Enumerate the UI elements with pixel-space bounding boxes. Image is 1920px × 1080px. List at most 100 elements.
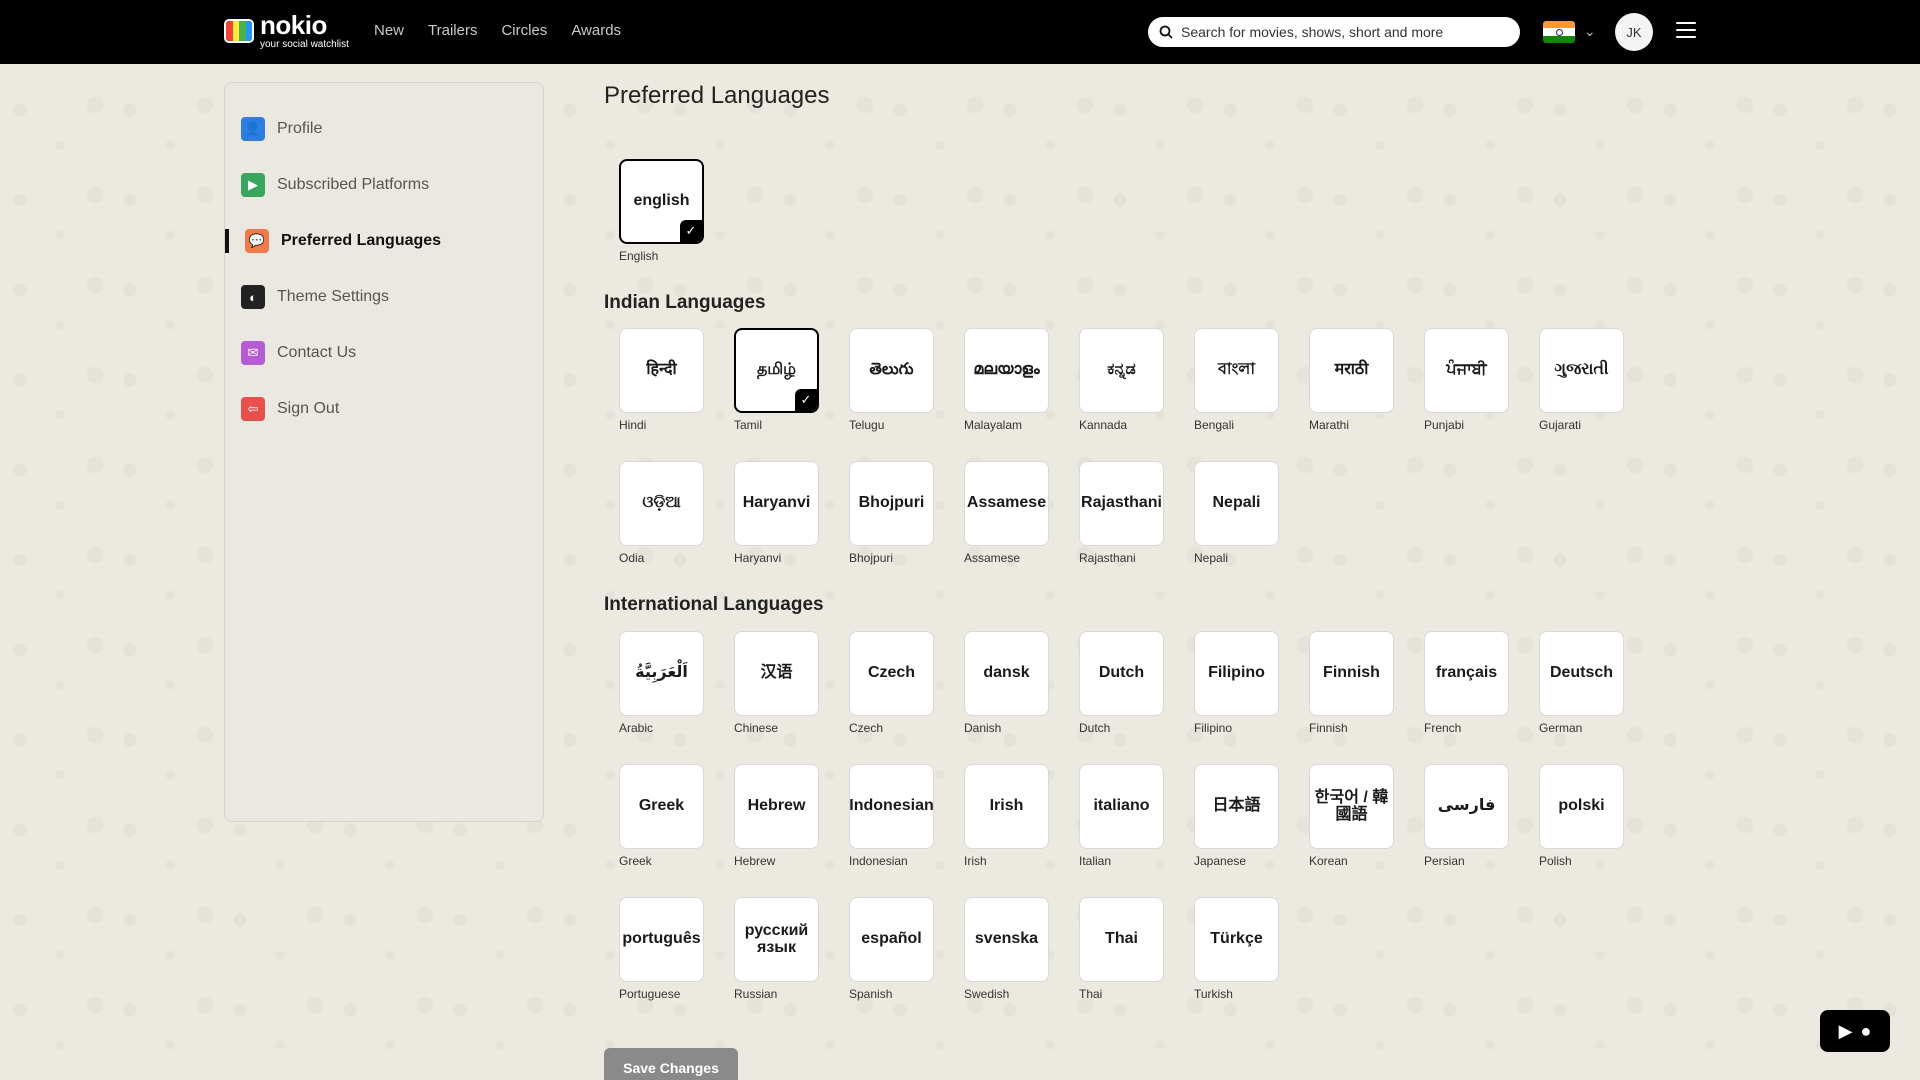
language-tile[interactable]: తెలుగు Telugu bbox=[849, 328, 934, 461]
language-tile[interactable]: italiano Italian bbox=[1079, 764, 1164, 897]
language-tile[interactable]: português Portuguese bbox=[619, 897, 704, 1030]
language-tile-button[interactable]: Türkçe bbox=[1194, 897, 1279, 982]
language-tile-button[interactable]: Greek bbox=[619, 764, 704, 849]
language-tile-button[interactable]: Filipino bbox=[1194, 631, 1279, 716]
language-tile[interactable]: Greek Greek bbox=[619, 764, 704, 897]
nav-awards[interactable]: Awards bbox=[571, 22, 621, 39]
sidebar-item-message[interactable]: ✉ Contact Us bbox=[225, 325, 543, 381]
sidebar-item-logout[interactable]: ⇦ Sign Out bbox=[225, 381, 543, 437]
india-flag-icon[interactable] bbox=[1543, 21, 1575, 43]
language-tile-button[interactable]: Haryanvi bbox=[734, 461, 819, 546]
language-tile-button[interactable]: Czech bbox=[849, 631, 934, 716]
language-tile[interactable]: Dutch Dutch bbox=[1079, 631, 1164, 764]
language-tile[interactable]: Haryanvi Haryanvi bbox=[734, 461, 819, 594]
language-tile-button[interactable]: മലയാളം bbox=[964, 328, 1049, 413]
save-changes-button[interactable]: Save Changes bbox=[604, 1048, 738, 1080]
language-tile[interactable]: español Spanish bbox=[849, 897, 934, 1030]
language-tile-button[interactable]: Indonesian bbox=[849, 764, 934, 849]
chevron-down-icon[interactable]: ⌄ bbox=[1584, 23, 1596, 40]
search-bar[interactable] bbox=[1148, 17, 1520, 47]
language-tile-button[interactable]: italiano bbox=[1079, 764, 1164, 849]
language-tile[interactable]: english ✓ English bbox=[619, 159, 704, 292]
language-tile[interactable]: Assamese Assamese bbox=[964, 461, 1049, 594]
app-store-badge[interactable]: ▶ ● bbox=[1820, 1010, 1890, 1052]
language-tile-button[interactable]: Bhojpuri bbox=[849, 461, 934, 546]
language-tile[interactable]: Filipino Filipino bbox=[1194, 631, 1279, 764]
language-tile-button[interactable]: português bbox=[619, 897, 704, 982]
language-tile-button[interactable]: polski bbox=[1539, 764, 1624, 849]
language-tile[interactable]: Irish Irish bbox=[964, 764, 1049, 897]
language-tile[interactable]: മലയാളം Malayalam bbox=[964, 328, 1049, 461]
language-tile[interactable]: हिन्दी Hindi bbox=[619, 328, 704, 461]
language-tile-button[interactable]: 汉语 bbox=[734, 631, 819, 716]
language-tile-button[interactable]: తెలుగు bbox=[849, 328, 934, 413]
language-tile[interactable]: Thai Thai bbox=[1079, 897, 1164, 1030]
hamburger-menu-icon[interactable] bbox=[1676, 22, 1696, 40]
language-tile-button[interactable]: मराठी bbox=[1309, 328, 1394, 413]
language-tile-button[interactable]: ગુજરાતી bbox=[1539, 328, 1624, 413]
language-tile-button[interactable]: Irish bbox=[964, 764, 1049, 849]
sidebar-item-chat[interactable]: 💬 Preferred Languages bbox=[225, 213, 543, 269]
language-tile[interactable]: ଓଡ଼ିଆ Odia bbox=[619, 461, 704, 594]
language-tile-button[interactable]: svenska bbox=[964, 897, 1049, 982]
language-tile[interactable]: मराठी Marathi bbox=[1309, 328, 1394, 461]
language-tile[interactable]: বাংলা Bengali bbox=[1194, 328, 1279, 461]
sidebar-item-person[interactable]: 👤 Profile bbox=[225, 101, 543, 157]
search-input[interactable] bbox=[1181, 24, 1501, 40]
language-tile-button[interactable]: বাংলা bbox=[1194, 328, 1279, 413]
language-tile[interactable]: ಕನ್ನಡ Kannada bbox=[1079, 328, 1164, 461]
language-tile[interactable]: Türkçe Turkish bbox=[1194, 897, 1279, 1030]
language-tile[interactable]: français French bbox=[1424, 631, 1509, 764]
language-tile-button[interactable]: اَلْعَرَبِيَّةُ bbox=[619, 631, 704, 716]
language-tile[interactable]: polski Polish bbox=[1539, 764, 1624, 897]
language-tile[interactable]: svenska Swedish bbox=[964, 897, 1049, 1030]
language-tile[interactable]: ગુજરાતી Gujarati bbox=[1539, 328, 1624, 461]
language-tile-button[interactable]: Deutsch bbox=[1539, 631, 1624, 716]
language-tile[interactable]: اَلْعَرَبِيَّةُ Arabic bbox=[619, 631, 704, 764]
language-tile[interactable]: Rajasthani Rajasthani bbox=[1079, 461, 1164, 594]
language-tile[interactable]: Indonesian Indonesian bbox=[849, 764, 934, 897]
language-tile[interactable]: Nepali Nepali bbox=[1194, 461, 1279, 594]
language-tile[interactable]: فارسی Persian bbox=[1424, 764, 1509, 897]
language-tile-button[interactable]: Rajasthani bbox=[1079, 461, 1164, 546]
language-tile-button[interactable]: ਪੰਜਾਬੀ bbox=[1424, 328, 1509, 413]
language-tile[interactable]: 한국어 / 韓國語 Korean bbox=[1309, 764, 1394, 897]
nav-trailers[interactable]: Trailers bbox=[428, 22, 477, 39]
language-tile-button[interactable]: தமிழ் ✓ bbox=[734, 328, 819, 413]
language-tile[interactable]: 日本語 Japanese bbox=[1194, 764, 1279, 897]
language-tile-button[interactable]: Nepali bbox=[1194, 461, 1279, 546]
language-tile-button[interactable]: فارسی bbox=[1424, 764, 1509, 849]
language-tile[interactable]: dansk Danish bbox=[964, 631, 1049, 764]
language-tile[interactable]: русский язык Russian bbox=[734, 897, 819, 1030]
language-tile[interactable]: Deutsch German bbox=[1539, 631, 1624, 764]
language-tile[interactable]: 汉语 Chinese bbox=[734, 631, 819, 764]
language-tile[interactable]: தமிழ் ✓ Tamil bbox=[734, 328, 819, 461]
language-tile[interactable]: Finnish Finnish bbox=[1309, 631, 1394, 764]
language-tile-button[interactable]: हिन्दी bbox=[619, 328, 704, 413]
language-tile-button[interactable]: español bbox=[849, 897, 934, 982]
language-tile-button[interactable]: 日本語 bbox=[1194, 764, 1279, 849]
language-tile-button[interactable]: ಕನ್ನಡ bbox=[1079, 328, 1164, 413]
language-tile-button[interactable]: dansk bbox=[964, 631, 1049, 716]
language-tile-button[interactable]: Finnish bbox=[1309, 631, 1394, 716]
language-tile[interactable]: Hebrew Hebrew bbox=[734, 764, 819, 897]
language-tile[interactable]: Czech Czech bbox=[849, 631, 934, 764]
language-tile-button[interactable]: Thai bbox=[1079, 897, 1164, 982]
user-avatar[interactable]: JK bbox=[1615, 13, 1653, 51]
language-tile-button[interactable]: русский язык bbox=[734, 897, 819, 982]
language-tile-button[interactable]: français bbox=[1424, 631, 1509, 716]
language-tile-button[interactable]: ଓଡ଼ିଆ bbox=[619, 461, 704, 546]
language-tile-button[interactable]: english ✓ bbox=[619, 159, 704, 244]
sidebar-item-theme[interactable]: ◐ Theme Settings bbox=[225, 269, 543, 325]
sidebar-item-tv[interactable]: ▶ Subscribed Platforms bbox=[225, 157, 543, 213]
language-tile-button[interactable]: Assamese bbox=[964, 461, 1049, 546]
language-tile-button[interactable]: Hebrew bbox=[734, 764, 819, 849]
language-tile[interactable]: ਪੰਜਾਬੀ Punjabi bbox=[1424, 328, 1509, 461]
language-name: Indonesian bbox=[849, 854, 908, 868]
nav-new[interactable]: New bbox=[374, 22, 404, 39]
brand-logo[interactable]: nokio your social watchlist bbox=[224, 12, 349, 50]
language-tile[interactable]: Bhojpuri Bhojpuri bbox=[849, 461, 934, 594]
language-tile-button[interactable]: 한국어 / 韓國語 bbox=[1309, 764, 1394, 849]
nav-circles[interactable]: Circles bbox=[501, 22, 547, 39]
language-tile-button[interactable]: Dutch bbox=[1079, 631, 1164, 716]
